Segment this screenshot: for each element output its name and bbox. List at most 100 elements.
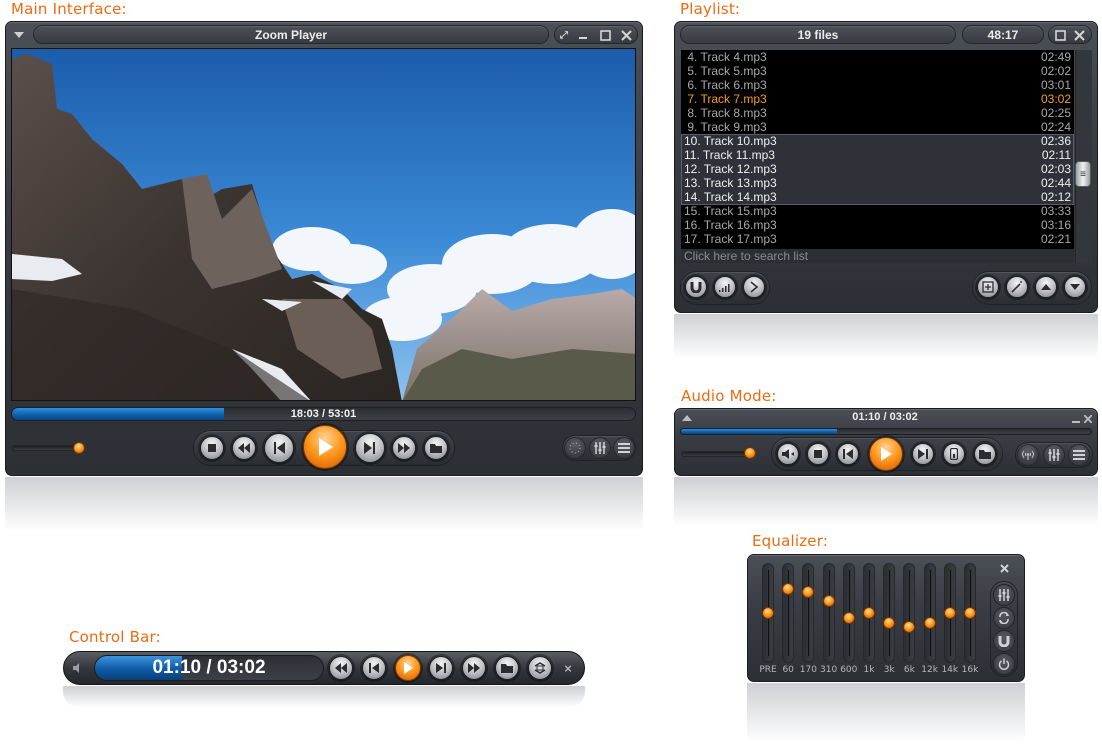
- eq-slider-60[interactable]: [782, 563, 795, 663]
- next-icon: [364, 442, 375, 454]
- playback-time: 18:03 / 53:01: [290, 408, 357, 420]
- playlist-search-input[interactable]: Click here to search list: [681, 249, 1074, 263]
- volume-knob[interactable]: [72, 442, 85, 454]
- cbar-previous-button[interactable]: [362, 656, 386, 680]
- playlist-item[interactable]: 5. Track 5.mp3 02:02: [681, 64, 1074, 78]
- eq-slider-3k[interactable]: [883, 563, 896, 663]
- track-name: 8. Track 8.mp3: [684, 106, 767, 120]
- fullscreen-icon[interactable]: ⤢: [556, 27, 572, 43]
- triangle-down-icon: [1070, 284, 1080, 290]
- cbar-rewind-button[interactable]: [329, 656, 353, 680]
- video-display[interactable]: [11, 48, 636, 401]
- eq-slider-12k[interactable]: [923, 563, 936, 663]
- playlist-maximize-icon[interactable]: [1052, 27, 1068, 43]
- stop-button[interactable]: [200, 436, 224, 460]
- next-button[interactable]: [355, 433, 385, 463]
- cbar-fullscreen-button[interactable]: [528, 656, 552, 680]
- audio-previous-button[interactable]: [837, 443, 859, 465]
- eq-knob[interactable]: [822, 594, 835, 607]
- eq-close-button[interactable]: [993, 557, 1015, 579]
- scrollbar-thumb[interactable]: ≡: [1075, 161, 1091, 187]
- magic-wand-button[interactable]: [1006, 276, 1028, 298]
- audio-stop-button[interactable]: [807, 443, 829, 465]
- signal-bars-icon: [719, 284, 730, 292]
- eq-presets-button[interactable]: [993, 584, 1015, 606]
- audio-open-button[interactable]: [974, 443, 996, 465]
- audio-next-button[interactable]: [912, 443, 934, 465]
- eq-reset-button[interactable]: [993, 607, 1015, 629]
- close-icon[interactable]: [618, 27, 634, 43]
- playlist-item[interactable]: 17. Track 17.mp3 02:21: [681, 232, 1074, 246]
- playlist-close-icon[interactable]: [1071, 27, 1087, 43]
- playlist-item[interactable]: 11. Track 11.mp3 02:11: [681, 148, 1074, 162]
- playlist-item[interactable]: 10. Track 10.mp3 02:36: [681, 134, 1074, 148]
- minimize-icon[interactable]: [575, 27, 591, 43]
- previous-button[interactable]: [264, 433, 294, 463]
- eq-knob[interactable]: [762, 607, 774, 619]
- control-bar-volume-icon[interactable]: [70, 660, 86, 676]
- playlist-button[interactable]: [613, 437, 635, 459]
- audio-playlist-button[interactable]: [1068, 444, 1090, 466]
- cbar-close-button[interactable]: ×: [560, 660, 576, 676]
- seek-bar[interactable]: 18:03 / 53:01: [11, 407, 636, 421]
- playlist-scrollbar[interactable]: [1075, 50, 1092, 263]
- device-button[interactable]: [943, 443, 965, 465]
- playlist-item[interactable]: 15. Track 15.mp3 03:33: [681, 204, 1074, 218]
- audio-track-button[interactable]: [777, 443, 799, 465]
- eq-knob[interactable]: [863, 607, 875, 619]
- add-files-button[interactable]: [977, 276, 999, 298]
- playlist-item[interactable]: 8. Track 8.mp3 02:25: [681, 106, 1074, 120]
- maximize-icon[interactable]: [597, 27, 613, 43]
- cbar-open-button[interactable]: [495, 656, 519, 680]
- move-down-button[interactable]: [1064, 276, 1086, 298]
- play-selected-button[interactable]: [743, 276, 765, 298]
- stop-icon: [814, 450, 822, 458]
- playlist-item[interactable]: 9. Track 9.mp3 02:24: [681, 120, 1074, 134]
- track-name: 9. Track 9.mp3: [684, 120, 767, 134]
- audio-volume-knob[interactable]: [743, 447, 756, 459]
- move-up-button[interactable]: [1035, 276, 1057, 298]
- eq-knob[interactable]: [943, 607, 956, 619]
- eq-slider-6k[interactable]: [903, 563, 916, 663]
- equalizer-button[interactable]: [589, 437, 611, 459]
- eq-knob[interactable]: [964, 607, 976, 619]
- eq-knob[interactable]: [782, 582, 795, 595]
- broadcast-button[interactable]: [1017, 444, 1039, 466]
- fast-forward-button[interactable]: [392, 436, 416, 460]
- playlist-item[interactable]: 6. Track 6.mp3 03:01: [681, 78, 1074, 92]
- volume-slider[interactable]: [12, 445, 80, 451]
- cbar-fast-forward-button[interactable]: [462, 656, 486, 680]
- expand-up-icon[interactable]: [679, 410, 695, 426]
- eq-slider-170[interactable]: [802, 563, 815, 663]
- open-file-button[interactable]: [424, 436, 448, 460]
- playlist-list[interactable]: 4. Track 4.mp3 02:49 5. Track 5.mp3 02:02 …: [681, 50, 1074, 249]
- audio-seek-bar[interactable]: [680, 428, 1092, 435]
- magnet-button[interactable]: [685, 276, 707, 298]
- eq-magnet-button[interactable]: [993, 630, 1015, 652]
- visualization-button[interactable]: [564, 437, 586, 459]
- audio-volume-slider[interactable]: [681, 451, 749, 457]
- cbar-play-button[interactable]: [395, 655, 421, 681]
- eq-knob[interactable]: [842, 612, 855, 625]
- menu-dropdown-icon[interactable]: [11, 27, 27, 43]
- eq-power-button[interactable]: [993, 653, 1015, 675]
- rewind-button[interactable]: [232, 436, 256, 460]
- playlist-item[interactable]: 14. Track 14.mp3 02:12: [681, 190, 1074, 204]
- equalizer-sliders-icon: [594, 442, 606, 454]
- eq-slider-310[interactable]: [822, 563, 835, 663]
- eq-knob[interactable]: [923, 617, 936, 630]
- playlist-item[interactable]: 7. Track 7.mp3 03:02: [681, 92, 1074, 106]
- play-button[interactable]: [303, 425, 347, 469]
- signal-bars-button[interactable]: [714, 276, 736, 298]
- control-bar-label: Control Bar:: [69, 628, 161, 646]
- playlist-item[interactable]: 13. Track 13.mp3 02:44: [681, 176, 1074, 190]
- window-title[interactable]: Zoom Player: [33, 25, 549, 44]
- playlist-item[interactable]: 12. Track 12.mp3 02:03: [681, 162, 1074, 176]
- control-bar-seek[interactable]: 01:10 / 03:02: [94, 655, 324, 681]
- playlist-item[interactable]: 16. Track 16.mp3 03:16: [681, 218, 1074, 232]
- playlist-item[interactable]: 4. Track 4.mp3 02:49: [681, 50, 1074, 64]
- cbar-next-button[interactable]: [429, 656, 453, 680]
- audio-play-button[interactable]: [869, 437, 903, 471]
- audio-close-icon[interactable]: [1080, 411, 1096, 427]
- audio-equalizer-button[interactable]: [1043, 444, 1065, 466]
